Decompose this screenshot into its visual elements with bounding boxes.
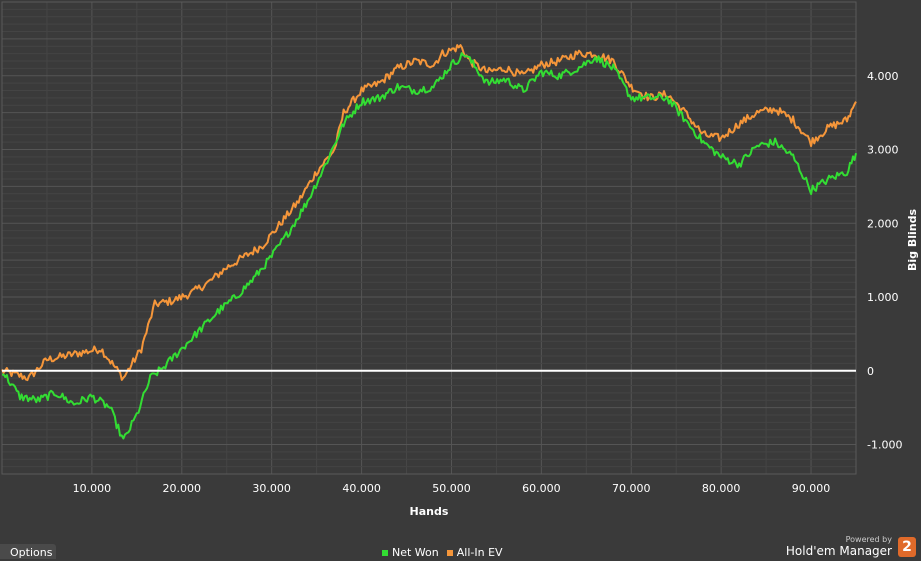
y-tick-label: 0 [867, 365, 874, 378]
x-tick-label: 90.000 [792, 482, 831, 495]
legend-item-net-won[interactable]: Net Won [382, 546, 439, 559]
x-tick-label: 60.000 [522, 482, 561, 495]
y-tick-label: 3.000 [867, 144, 899, 157]
brand: Powered by Hold'em Manager 2 [786, 533, 916, 559]
y-tick-label: 1.000 [867, 291, 899, 304]
legend-item-all-in-ev[interactable]: All-In EV [446, 546, 503, 559]
x-tick-labels: 10.000 20.000 30.000 40.000 50.000 60.000 70.0… [73, 482, 831, 495]
x-tick-label: 20.000 [163, 482, 202, 495]
x-tick-label: 10.000 [73, 482, 112, 495]
brand-name: Hold'em Manager [785, 544, 892, 558]
chart: 10.000 20.000 30.000 40.000 50.000 60.000 70.0… [1, 1, 919, 518]
y-tick-label: 4.000 [867, 70, 899, 83]
options-button[interactable]: Options [0, 544, 56, 559]
legend: Net Won All-In EV [382, 546, 503, 559]
x-tick-label: 30.000 [252, 482, 291, 495]
x-axis-title: Hands [410, 505, 449, 518]
y-tick-labels: -1.000 0 1.000 2.000 3.000 4.000 [867, 70, 902, 452]
brand-logo-icon: 2 [898, 537, 916, 557]
legend-label-net-won: Net Won [392, 546, 439, 559]
x-tick-label: 40.000 [342, 482, 381, 495]
legend-swatch-net-won [382, 549, 388, 556]
y-tick-label: 2.000 [867, 217, 899, 230]
y-axis-title: Big Blinds [906, 209, 919, 271]
legend-label-all-in-ev: All-In EV [456, 546, 503, 559]
y-tick-label: -1.000 [867, 439, 902, 452]
powered-by-text: Powered by [845, 535, 892, 544]
x-tick-label: 50.000 [432, 482, 471, 495]
x-tick-label: 70.000 [612, 482, 651, 495]
x-tick-label: 80.000 [702, 482, 741, 495]
legend-swatch-all-in-ev [446, 549, 453, 556]
